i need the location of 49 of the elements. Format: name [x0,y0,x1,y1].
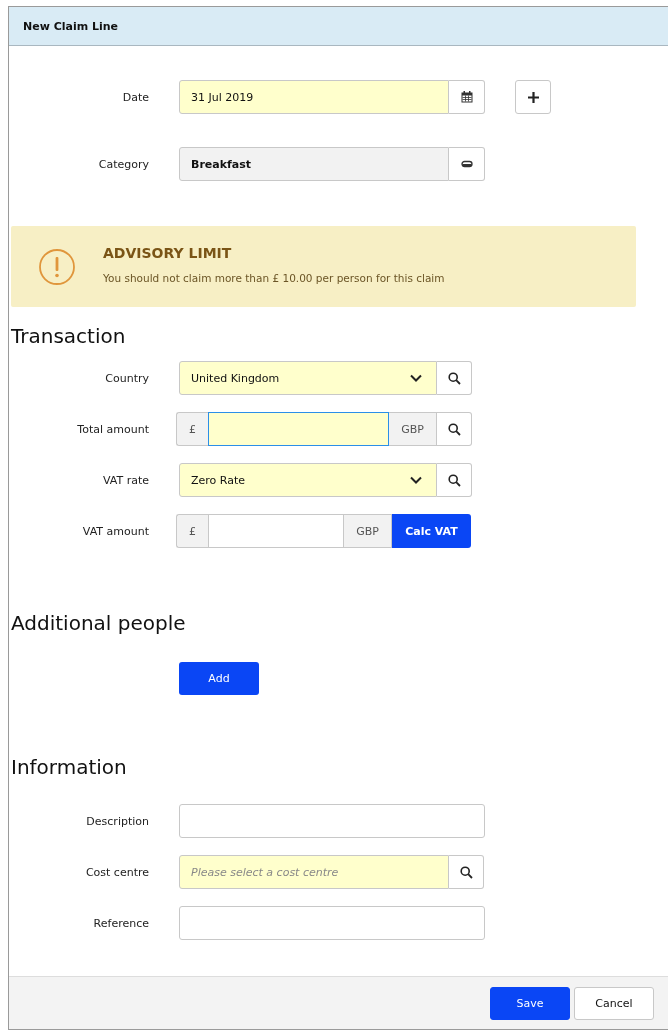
field-label: Cost centre [84,865,149,879]
advisory-title: ADVISORY LIMIT [103,245,233,261]
search-button[interactable] [437,412,472,446]
search-icon [459,865,473,879]
plus-icon [527,91,539,103]
field-label: Total amount [76,422,149,436]
amount-field[interactable] [208,514,344,548]
date-field[interactable]: 31 Jul 2019 [179,80,449,114]
calc-vat-button[interactable]: Calc VAT [392,514,471,548]
currency-prefix: £ [176,412,208,446]
search-icon [447,473,461,487]
dialog-title: New Claim Line [23,19,119,33]
currency-suffix: GBP [344,514,392,548]
search-icon [447,422,461,436]
field-label: Date [121,90,149,104]
add-person-button[interactable]: Add [179,662,259,695]
search-icon [447,371,461,385]
text-field[interactable] [179,906,485,940]
section-heading: Information [10,755,128,779]
search-button[interactable] [437,463,472,497]
select-field[interactable]: Zero Rate [179,463,437,497]
eraser-icon [460,160,473,168]
warning-icon [38,247,76,286]
amount-field[interactable] [208,412,389,446]
calendar-icon [460,91,473,103]
section-heading: Additional people [10,611,187,635]
add-button[interactable] [515,80,551,114]
edit-button[interactable] [449,147,485,181]
text-field[interactable] [179,804,485,838]
chevron-down-icon [410,374,422,382]
field-label: VAT rate [101,473,149,487]
save-button[interactable]: Save [490,986,570,1020]
search-button[interactable] [437,361,472,395]
field-label: Reference [92,916,149,930]
section-heading: Transaction [10,324,127,348]
advisory-message: You should not claim more than £ 10.00 per person for this claim [103,272,445,284]
chevron-down-icon [410,476,422,484]
field-label: Description [85,814,149,828]
search-button[interactable] [449,855,484,889]
cancel-button[interactable]: Cancel [574,986,654,1020]
select-field[interactable]: United Kingdom [179,361,437,395]
field-label: Category [97,157,149,171]
currency-prefix: £ [176,514,208,548]
currency-suffix: GBP [389,412,437,446]
field-label: VAT amount [81,524,149,538]
category-field[interactable]: Breakfast [179,147,449,181]
field-label: Country [104,371,149,385]
cost-centre-field[interactable]: Please select a cost centre [179,855,449,889]
calendar-button[interactable] [449,80,485,114]
